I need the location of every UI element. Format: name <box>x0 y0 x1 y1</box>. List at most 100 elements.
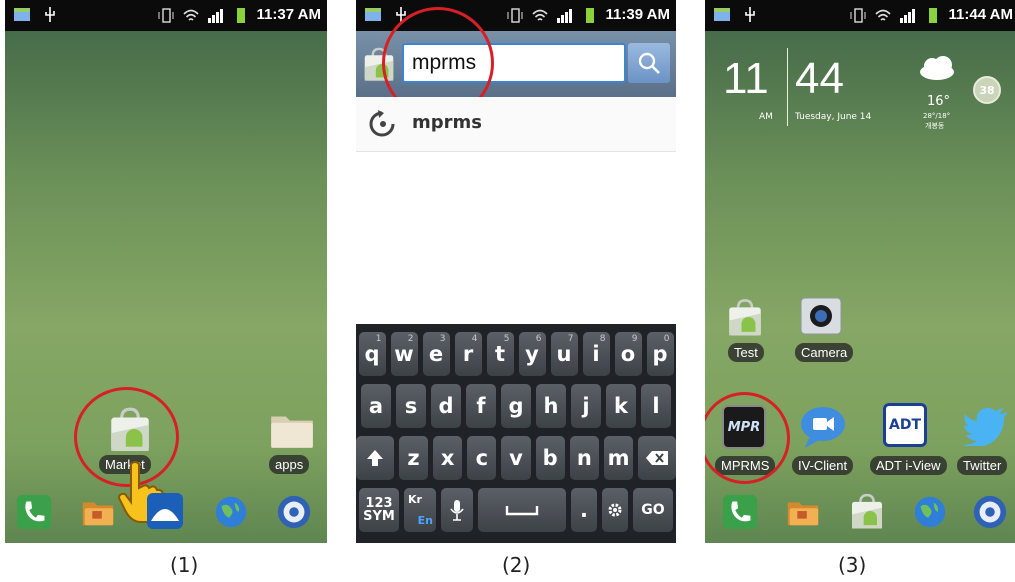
space-key[interactable] <box>478 488 566 532</box>
key-v[interactable]: v <box>501 436 531 480</box>
key-m[interactable]: m <box>603 436 634 480</box>
suggestion-item[interactable]: mprms <box>356 97 676 152</box>
globe-icon[interactable] <box>911 493 949 531</box>
signal-icon <box>207 8 223 23</box>
key-e[interactable]: 3e <box>422 332 450 376</box>
key-g[interactable]: g <box>501 384 531 428</box>
key-z[interactable]: z <box>398 436 429 480</box>
microphone-icon <box>450 500 464 521</box>
key-letter: y <box>525 342 539 366</box>
key-h[interactable]: h <box>536 384 566 428</box>
apps-label[interactable]: apps <box>269 455 310 474</box>
tmap-icon[interactable] <box>145 491 185 531</box>
dock <box>5 487 327 537</box>
keyboard-row-2: asdfghjkl <box>356 384 676 428</box>
search-icon <box>638 52 660 74</box>
search-button[interactable] <box>628 43 670 83</box>
notification-icon <box>365 8 381 21</box>
notification-icon <box>714 8 730 21</box>
status-time: 11:44 AM <box>948 6 1013 23</box>
status-time: 11:39 AM <box>605 6 670 23</box>
settings-key[interactable] <box>602 488 628 532</box>
key-number-hint: 1 <box>375 334 382 344</box>
key-letter: p <box>652 342 668 366</box>
settings-gear-icon[interactable] <box>275 493 313 531</box>
key-w[interactable]: 2w <box>390 332 418 376</box>
key-i[interactable]: 8i <box>582 332 610 376</box>
globe-icon[interactable] <box>212 493 250 531</box>
key-s[interactable]: s <box>396 384 426 428</box>
key-number-hint: 0 <box>663 334 670 344</box>
suggestion-text: mprms <box>412 112 482 133</box>
key-f[interactable]: f <box>466 384 496 428</box>
folder-icon[interactable] <box>78 493 118 531</box>
key-o[interactable]: 9o <box>614 332 642 376</box>
lang-kr: Kr <box>408 493 422 506</box>
key-r[interactable]: 4r <box>454 332 482 376</box>
key-t[interactable]: 5t <box>486 332 514 376</box>
clock-weather-widget[interactable]: 11 AM 44 Tuesday, June 14 16° 28°/18° 개봉… <box>705 40 1015 150</box>
status-bar: 11:44 AM <box>705 0 1015 31</box>
space-icon <box>505 506 539 516</box>
key-j[interactable]: j <box>571 384 601 428</box>
key-u[interactable]: 7u <box>550 332 578 376</box>
folder-icon[interactable] <box>267 404 317 454</box>
notification-icon <box>14 8 30 21</box>
key-k[interactable]: k <box>606 384 636 428</box>
language-key[interactable]: Kr En <box>404 488 436 532</box>
keyboard-row-4: 123 SYM Kr En . GO <box>356 488 676 532</box>
shift-icon <box>366 450 383 466</box>
market-search-screen: 11:39 AM mprms mprms 1q2w3e4r5t6y7u8i9o0… <box>356 0 676 543</box>
home-screen-1: 11:37 AM Market apps <box>5 0 327 543</box>
key-l[interactable]: l <box>641 384 671 428</box>
twitter-label[interactable]: Twitter <box>957 456 1008 475</box>
home-screen-3: 11:44 AM 11 AM 44 Tuesday, June 14 16° 2… <box>705 0 1015 543</box>
clock-divider <box>787 48 788 126</box>
key-number-hint: 8 <box>599 334 606 344</box>
backspace-key[interactable] <box>638 436 676 480</box>
key-a[interactable]: a <box>361 384 391 428</box>
folder-icon[interactable] <box>783 493 823 531</box>
twitter-bird-icon[interactable] <box>963 406 1009 446</box>
market-test-icon[interactable] <box>724 296 766 338</box>
iv-client-icon[interactable] <box>799 404 847 450</box>
adt-label[interactable]: ADT i-View <box>870 456 947 475</box>
key-x[interactable]: x <box>433 436 463 480</box>
camera-icon[interactable] <box>799 296 843 336</box>
key-number-hint: 5 <box>503 334 510 344</box>
market-bag-icon[interactable] <box>847 491 887 531</box>
phone-icon[interactable] <box>15 493 53 531</box>
symbols-key[interactable]: 123 SYM <box>359 488 399 532</box>
status-bar: 11:37 AM <box>5 0 327 31</box>
settings-gear-icon[interactable] <box>971 493 1009 531</box>
status-time: 11:37 AM <box>256 6 321 23</box>
wifi-icon <box>182 9 199 21</box>
cloud-icon <box>920 56 954 80</box>
recent-search-icon <box>369 110 395 137</box>
voice-key[interactable] <box>441 488 473 532</box>
camera-label[interactable]: Camera <box>795 343 854 362</box>
key-q[interactable]: 1q <box>358 332 386 376</box>
caption-1: (1) <box>170 553 199 577</box>
key-b[interactable]: b <box>535 436 565 480</box>
shift-key[interactable] <box>356 436 394 480</box>
test-label[interactable]: Test <box>728 343 764 362</box>
phone-icon[interactable] <box>721 493 759 531</box>
badge-counter[interactable]: 38 <box>973 76 1001 104</box>
key-d[interactable]: d <box>431 384 461 428</box>
vibrate-icon <box>850 7 866 23</box>
key-y[interactable]: 6y <box>518 332 546 376</box>
caption-2: (2) <box>502 553 531 577</box>
key-c[interactable]: c <box>467 436 497 480</box>
key-letter: r <box>462 342 474 366</box>
go-key[interactable]: GO <box>633 488 673 532</box>
period-key[interactable]: . <box>571 488 597 532</box>
wifi-icon <box>874 9 891 21</box>
key-p[interactable]: 0p <box>646 332 674 376</box>
key-n[interactable]: n <box>569 436 599 480</box>
key-number-hint: 9 <box>631 334 638 344</box>
adt-icon[interactable]: ADT <box>883 403 927 447</box>
battery-icon <box>585 7 594 23</box>
highlight-circle <box>705 392 790 484</box>
iv-client-label[interactable]: IV-Client <box>792 456 854 475</box>
